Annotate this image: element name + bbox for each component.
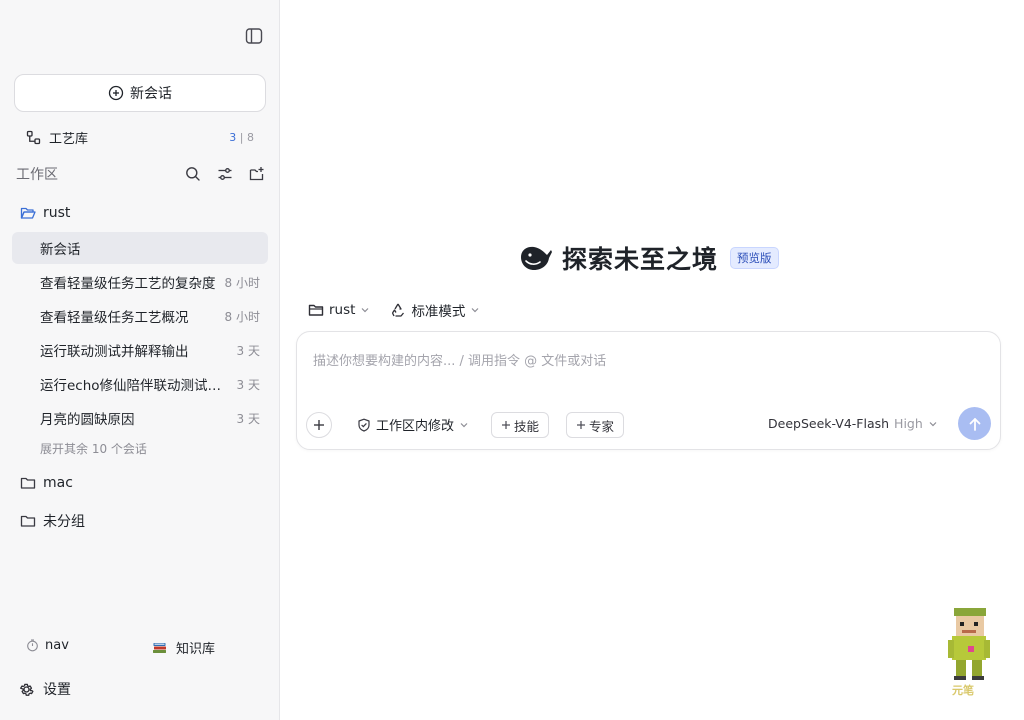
books-icon [152,641,168,655]
model-name: DeepSeek-V4-Flash [768,416,890,431]
chat-time: 3 天 [236,411,260,426]
craft-count: 3 | 8 [229,130,254,144]
expert-label: 专家 [589,418,615,434]
sidebar-toggle-icon[interactable] [244,26,264,46]
expert-chip[interactable]: 专家 [566,412,625,438]
chat-title: 新会话 [40,242,81,258]
chat-item[interactable]: 运行echo修仙陪伴联动测试脚本 3 天 [12,368,268,400]
chevron-down-icon [470,305,480,315]
workflow-icon [26,130,41,145]
expand-more-chats-link[interactable]: 展开其余 10 个会话 [40,440,147,457]
plus-icon [313,419,325,431]
permission-label: 工作区内修改 [376,419,455,434]
craft-library-link[interactable]: 工艺库 3 | 8 [14,124,266,150]
whale-logo-icon [518,243,554,273]
folder-icon [20,475,36,491]
plus-icon [576,420,586,430]
new-folder-icon[interactable] [248,165,266,183]
plus-circle-icon [108,85,124,101]
composer: 描述你想要构建的内容... / 调用指令 @ 文件或对话 工作区内修改 技能 专… [296,331,1001,450]
mascot-label: 元笔 [952,684,974,697]
new-chat-button[interactable]: 新会话 [14,74,266,112]
main-panel: 探索未至之境 预览版 rust 标准模式 描述你想要构建的内容... / 调用指… [280,0,1024,720]
chat-time: 8 小时 [224,275,260,290]
chat-time: 3 天 [236,377,260,392]
chat-time: 8 小时 [224,309,260,324]
chat-item[interactable]: 查看轻量级任务工艺的复杂度 8 小时 [12,266,268,298]
recycle-mode-icon [390,302,406,318]
skill-label: 技能 [514,418,540,434]
selector-row: rust 标准模式 [308,300,480,320]
chevron-down-icon [928,419,938,429]
folder-ungrouped[interactable]: 未分组 [14,508,268,534]
chevron-down-icon [360,305,370,315]
folder-label: rust [43,205,71,221]
project-selector-label: rust [329,302,356,318]
chat-item[interactable]: 月亮的圆缺原因 3 天 [12,402,268,434]
arrow-up-icon [967,416,983,432]
chat-time: 3 天 [236,343,260,358]
knowledge-base-label: 知识库 [176,642,216,657]
hero-heading: 探索未至之境 预览版 [518,240,779,276]
settings-label: 设置 [43,682,71,698]
search-icon[interactable] [184,165,202,183]
hero-title: 探索未至之境 [562,245,719,274]
new-chat-label: 新会话 [130,86,172,102]
timer-icon [26,639,39,652]
folder-label: mac [43,475,73,491]
mode-selector-label: 标准模式 [411,304,466,320]
prompt-input[interactable]: 描述你想要构建的内容... / 调用指令 @ 文件或对话 [313,350,606,369]
attach-button[interactable] [306,412,332,438]
folder-icon [20,513,36,529]
knowledge-base-link[interactable]: 知识库 [152,638,215,657]
plus-icon [501,420,511,430]
project-selector[interactable]: rust [308,302,370,318]
send-button[interactable] [958,407,991,440]
chat-item[interactable]: 运行联动测试并解释输出 3 天 [12,334,268,366]
chat-title: 运行echo修仙陪伴联动测试脚本 [40,378,231,394]
folder-mac[interactable]: mac [14,470,268,496]
settings-link[interactable]: 设置 [18,679,71,699]
permission-selector[interactable]: 工作区内修改 [357,415,469,434]
chat-title: 月亮的圆缺原因 [40,412,135,428]
folder-icon [308,302,324,318]
filter-sliders-icon[interactable] [216,165,234,183]
chat-title: 查看轻量级任务工艺概况 [40,310,189,326]
folder-label: 未分组 [43,514,85,530]
chevron-down-icon [459,420,469,430]
nav-label: nav [45,638,69,653]
mascot-character[interactable]: 元笔 [946,606,992,698]
folder-open-icon [20,205,36,221]
model-level: High [894,416,923,431]
craft-library-label: 工艺库 [49,131,89,147]
preview-badge: 预览版 [730,247,779,269]
chat-item[interactable]: 查看轻量级任务工艺概况 8 小时 [12,300,268,332]
skill-chip[interactable]: 技能 [491,412,550,438]
folder-rust[interactable]: rust [14,200,268,226]
workspace-header: 工作区 [16,162,266,186]
workspace-title: 工作区 [16,167,58,183]
model-selector[interactable]: DeepSeek-V4-Flash High [768,416,938,431]
chat-title: 查看轻量级任务工艺的复杂度 [40,276,216,292]
chat-title: 运行联动测试并解释输出 [40,344,189,360]
chat-item-active[interactable]: 新会话 [12,232,268,264]
nav-link[interactable]: nav [26,638,69,653]
mode-selector[interactable]: 标准模式 [390,300,480,320]
gear-icon [18,681,35,698]
shield-check-icon [357,418,371,432]
sidebar: 新会话 工艺库 3 | 8 工作区 rust 新会话 查看轻量级任务工艺的复杂度… [0,0,280,720]
